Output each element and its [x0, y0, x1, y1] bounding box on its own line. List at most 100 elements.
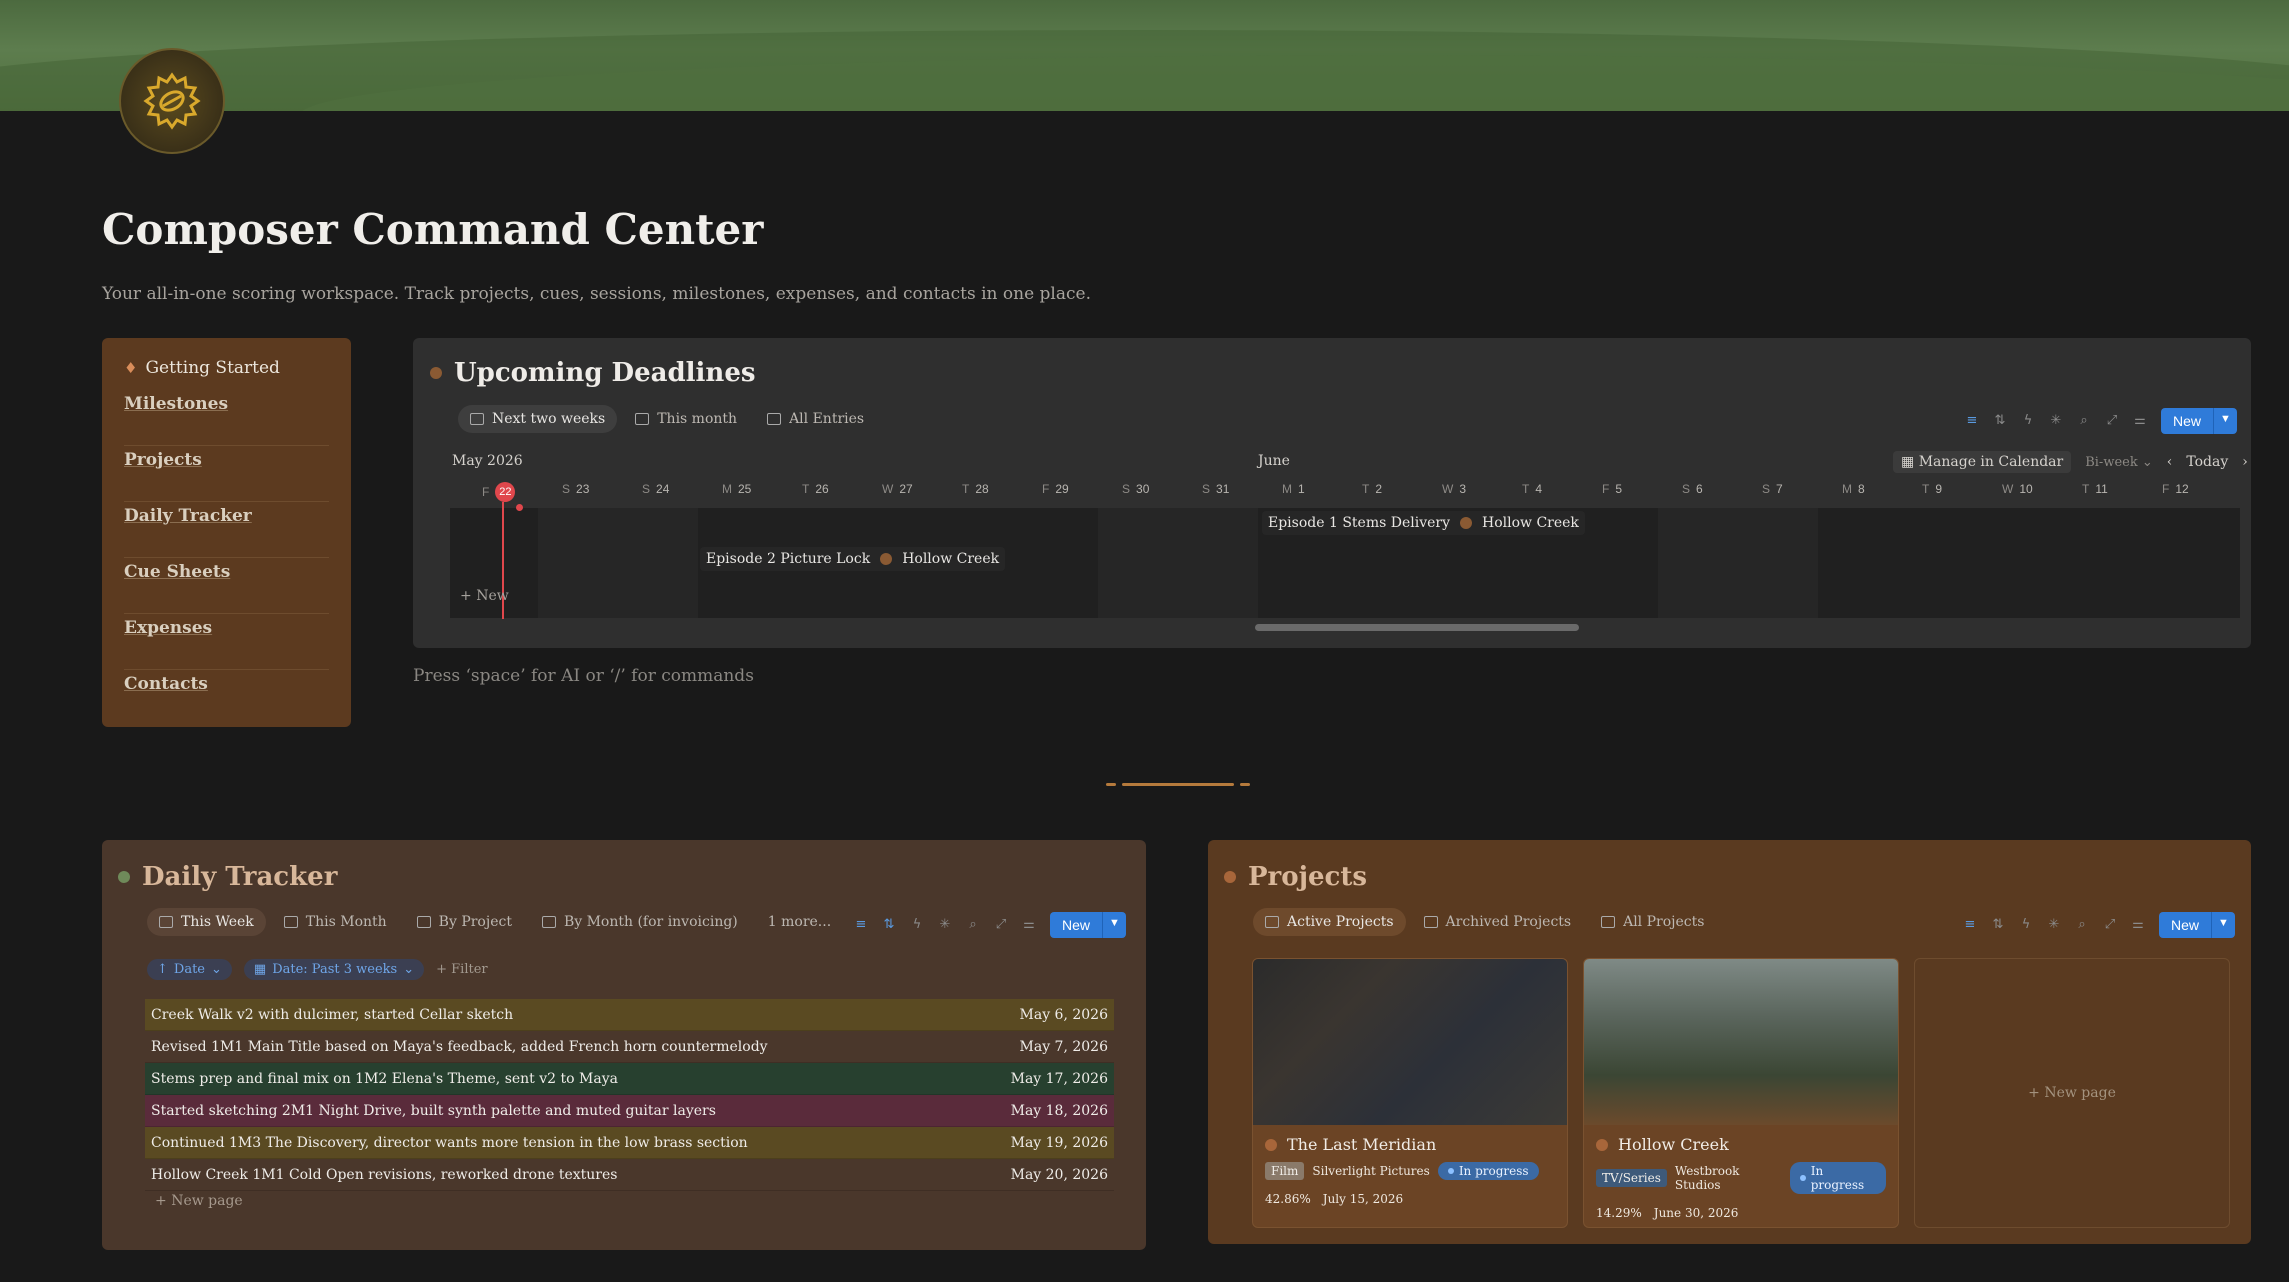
- today-button[interactable]: Today: [2186, 454, 2228, 470]
- settings-sliders-icon[interactable]: ⚌: [2133, 414, 2147, 428]
- day-number: 30: [1136, 482, 1150, 496]
- page-subtitle[interactable]: Your all-in-one scoring workspace. Track…: [102, 284, 1091, 304]
- tab-this-month[interactable]: This Month: [272, 908, 399, 936]
- deadlines-title[interactable]: Upcoming Deadlines: [430, 358, 756, 388]
- calendar-day-header: W 27: [882, 482, 913, 496]
- automation-bolt-icon[interactable]: ϟ: [910, 918, 924, 932]
- new-project-card[interactable]: + New page: [1914, 958, 2230, 1228]
- command-hint[interactable]: Press ‘space’ for AI or ‘/’ for commands: [413, 666, 754, 686]
- search-icon[interactable]: ⌕: [966, 918, 980, 932]
- biweek-select[interactable]: Bi-week ⌄: [2085, 455, 2153, 470]
- sidebar-item-daily-tracker[interactable]: Daily Tracker: [124, 502, 329, 558]
- sort-icon[interactable]: ⇅: [1991, 918, 2005, 932]
- calendar-event[interactable]: Episode 2 Picture Lock Hollow Creek: [700, 547, 1006, 571]
- expand-icon[interactable]: ⤢: [994, 918, 1008, 932]
- calendar-day-header: M8: [1842, 482, 1865, 496]
- weekend-column: [1098, 508, 1258, 618]
- day-of-week: T: [802, 482, 810, 496]
- page-title[interactable]: Composer Command Center: [102, 205, 763, 254]
- tab-next-two-weeks[interactable]: Next two weeks: [458, 405, 618, 433]
- settings-sliders-icon[interactable]: ⚌: [1022, 918, 1036, 932]
- add-filter-button[interactable]: + Filter: [436, 962, 488, 977]
- settings-sliders-icon[interactable]: ⚌: [2131, 918, 2145, 932]
- gear-seal-icon[interactable]: [119, 48, 225, 154]
- tab-this-month[interactable]: This month: [623, 405, 749, 433]
- tab-this-week[interactable]: This Week: [147, 908, 266, 936]
- list-item[interactable]: Continued 1M3 The Discovery, director wa…: [145, 1127, 1114, 1159]
- prev-arrow-icon[interactable]: ‹: [2167, 454, 2173, 470]
- list-item[interactable]: Stems prep and final mix on 1M2 Elena's …: [145, 1063, 1114, 1095]
- projects-dot-icon: [1224, 871, 1236, 883]
- tab-by-month[interactable]: By Month (for invoicing): [530, 908, 750, 936]
- sidebar-item-expenses[interactable]: Expenses: [124, 614, 329, 670]
- ai-icon[interactable]: ✳: [938, 918, 952, 932]
- sort-icon[interactable]: ⇅: [1993, 414, 2007, 428]
- chevron-down-icon[interactable]: ▼: [2211, 912, 2235, 938]
- tracker-new-page-button[interactable]: + New page: [155, 1193, 243, 1209]
- expand-icon[interactable]: ⤢: [2105, 414, 2119, 428]
- manage-in-calendar-button[interactable]: ▦ Manage in Calendar: [1893, 451, 2072, 473]
- list-item[interactable]: Hollow Creek 1M1 Cold Open revisions, re…: [145, 1159, 1114, 1191]
- horizontal-scrollbar[interactable]: [1255, 624, 1579, 631]
- event-title: Episode 1 Stems Delivery: [1268, 515, 1450, 531]
- expand-icon[interactable]: ⤢: [2103, 918, 2117, 932]
- sidebar-item-cue-sheets[interactable]: Cue Sheets: [124, 558, 329, 614]
- project-dot-icon: [1596, 1138, 1608, 1151]
- tab-archived-projects[interactable]: Archived Projects: [1412, 908, 1584, 936]
- tab-by-project[interactable]: By Project: [405, 908, 524, 936]
- automation-bolt-icon[interactable]: ϟ: [2021, 414, 2035, 428]
- sidebar-item-milestones[interactable]: Milestones: [124, 390, 329, 446]
- day-number: 11: [2095, 482, 2108, 496]
- add-filter-label: Filter: [451, 962, 488, 977]
- list-item[interactable]: Creek Walk v2 with dulcimer, started Cel…: [145, 999, 1114, 1031]
- filter-icon[interactable]: ≡: [1963, 918, 1977, 932]
- day-number: 12: [2175, 482, 2189, 496]
- tab-label: 1 more...: [767, 914, 832, 930]
- getting-started-link[interactable]: ♦ Getting Started: [124, 358, 329, 378]
- project-dot-icon: [1460, 517, 1472, 529]
- day-number: 23: [576, 482, 590, 496]
- filter-icon[interactable]: ≡: [854, 918, 868, 932]
- tracker-title[interactable]: Daily Tracker: [118, 862, 337, 892]
- calendar-new-button[interactable]: + New: [460, 588, 509, 604]
- next-arrow-icon[interactable]: ›: [2242, 454, 2248, 470]
- day-number: 10: [2019, 482, 2033, 496]
- project-type-badge: TV/Series: [1596, 1169, 1667, 1187]
- sidebar-item-projects[interactable]: Projects: [124, 446, 329, 502]
- search-icon[interactable]: ⌕: [2075, 918, 2089, 932]
- project-card[interactable]: Hollow Creek TV/Series Westbrook Studios…: [1583, 958, 1899, 1228]
- tracker-new-button[interactable]: New ▼: [1050, 912, 1126, 938]
- entry-title: Started sketching 2M1 Night Drive, built…: [151, 1102, 716, 1119]
- sidebar-item-contacts[interactable]: Contacts: [124, 670, 329, 726]
- tracker-toolbar: ≡ ⇅ ϟ ✳ ⌕ ⤢ ⚌ New ▼: [854, 912, 1126, 938]
- search-icon[interactable]: ⌕: [2077, 414, 2091, 428]
- projects-title[interactable]: Projects: [1224, 862, 1367, 892]
- cover-image[interactable]: [0, 0, 2289, 111]
- list-item[interactable]: Revised 1M1 Main Title based on Maya's f…: [145, 1031, 1114, 1063]
- deadlines-new-button[interactable]: New ▼: [2161, 408, 2237, 434]
- entry-date: May 17, 2026: [1010, 1070, 1108, 1087]
- filter-icon[interactable]: ≡: [1965, 414, 1979, 428]
- calendar-event[interactable]: Episode 1 Stems Delivery Hollow Creek: [1262, 511, 1585, 535]
- tab-active-projects[interactable]: Active Projects: [1253, 908, 1406, 936]
- filter-chip[interactable]: ▦ Date: Past 3 weeks ⌄: [243, 959, 425, 980]
- new-label: New: [2159, 912, 2212, 938]
- chevron-down-icon[interactable]: ▼: [2213, 408, 2237, 434]
- sort-icon[interactable]: ⇅: [882, 918, 896, 932]
- tab-label: This Month: [305, 914, 387, 930]
- project-title: Hollow Creek: [1618, 1135, 1729, 1154]
- tab-all-entries[interactable]: All Entries: [755, 405, 876, 433]
- project-card[interactable]: The Last Meridian Film Silverlight Pictu…: [1252, 958, 1568, 1228]
- project-dot-icon: [1265, 1138, 1277, 1151]
- list-item[interactable]: Started sketching 2M1 Night Drive, built…: [145, 1095, 1114, 1127]
- projects-new-button[interactable]: New ▼: [2159, 912, 2235, 938]
- calendar-icon: [470, 413, 484, 425]
- sort-chip[interactable]: ↑ Date ⌄: [147, 959, 232, 980]
- chevron-down-icon[interactable]: ▼: [1102, 912, 1126, 938]
- tab-more[interactable]: 1 more...: [756, 908, 843, 936]
- tab-all-projects[interactable]: All Projects: [1589, 908, 1716, 936]
- ai-icon[interactable]: ✳: [2047, 918, 2061, 932]
- ai-icon[interactable]: ✳: [2049, 414, 2063, 428]
- tab-label: Next two weeks: [492, 411, 606, 427]
- automation-bolt-icon[interactable]: ϟ: [2019, 918, 2033, 932]
